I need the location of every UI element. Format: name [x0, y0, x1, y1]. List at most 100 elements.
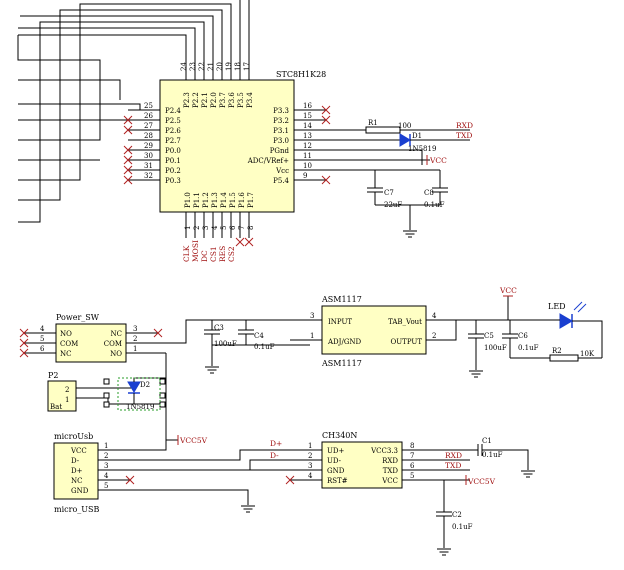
- ch340-right-pin: 8: [410, 442, 414, 450]
- c7-label: C7: [384, 189, 394, 197]
- led-label: LED: [548, 302, 566, 311]
- ch340-right-pin: 5: [410, 472, 414, 480]
- c4-label: C4: [254, 332, 264, 340]
- mcu-bottom-pin-number: 5: [220, 226, 228, 230]
- mcu-left-pin-number: 28: [144, 132, 153, 140]
- mcu-right-pin-number: 9: [303, 172, 307, 180]
- mcu-bottom-pin-name: P1.4: [220, 192, 228, 208]
- mcu-bottom-pin-name: P1.6: [238, 192, 246, 208]
- p2-label: Bat: [50, 403, 62, 411]
- mcu-left-pin-number: 30: [144, 152, 153, 160]
- c5-label: C5: [484, 332, 494, 340]
- mcu-top-pin-number: 18: [234, 62, 242, 71]
- usb-pin: 3: [104, 462, 108, 470]
- usb-dminus-label: D-: [270, 451, 279, 460]
- power-sw-name: Power_SW: [56, 313, 100, 322]
- mcu-bottom-pin-name: P1.7: [247, 192, 255, 208]
- mcu-right-pin-name: P3.1: [273, 127, 289, 135]
- mcu-top-pin-number: 23: [189, 62, 197, 71]
- ch340-right-name: VCC: [381, 477, 398, 485]
- ch340-left-pin: 2: [308, 452, 312, 460]
- asm-name: ASM1117: [321, 295, 362, 304]
- resistor-r1: [365, 126, 401, 134]
- ch340-vcc5v-label: VCC5V: [467, 477, 496, 486]
- mcu-bottom-pin-number: 8: [247, 226, 255, 230]
- c8-value: 0.1uF: [424, 201, 445, 209]
- asm-pin-name: INPUT: [328, 318, 352, 326]
- mcu-right-pin-number: 16: [303, 102, 312, 110]
- usb-part: micro_USB: [54, 505, 99, 514]
- c7-value: 22uF: [384, 201, 402, 209]
- c3-value: 100uF: [214, 340, 237, 348]
- mcu-top-pin-number: 24: [180, 62, 188, 71]
- asm-part: ASM1117: [321, 359, 362, 368]
- ch340-right-pin: 6: [410, 462, 415, 470]
- mcu-top-pin-name: P2.1: [201, 92, 209, 108]
- mcu-top-pin-name: P3.6: [228, 92, 236, 108]
- mcu-bottom-pin-name: P1.0: [184, 192, 192, 208]
- mcu-bottom-pin-name: P1.5: [229, 192, 237, 208]
- sw-right-name: NO: [110, 350, 122, 358]
- ch340-right-name: TXD: [383, 467, 399, 475]
- mcu-top-pin-name: P3.7: [219, 92, 227, 108]
- mcu-right-pin-number: 15: [303, 112, 312, 120]
- mcu-top-pin-name: P2.2: [192, 92, 200, 108]
- sw-right-pin: 2: [133, 335, 137, 343]
- ch340-txd-label: TXD: [445, 461, 461, 470]
- usb-pin: 4: [104, 472, 109, 480]
- micro-usb-connector: microUsb micro_USB 1 2 3 4 5 VCC D- D+ N…: [53, 432, 290, 514]
- net-label-clk: CLK: [182, 245, 191, 262]
- mcu-right-pin-name: PGnd: [270, 147, 290, 155]
- mcu-right-pin-number: 14: [303, 122, 312, 130]
- mcu-left-pin-name: P2.7: [165, 137, 181, 145]
- usb-dplus-label: D+: [270, 439, 282, 448]
- net-label-txd: TXD: [456, 131, 472, 140]
- ch340-left-name: UD+: [327, 447, 345, 455]
- ch340-right-pin: 7: [410, 452, 414, 460]
- d1-label: D1: [412, 132, 422, 140]
- mcu-left-pin-number: 31: [144, 162, 153, 170]
- d2-part: 1N5819: [126, 403, 154, 411]
- usb-pin-name: D+: [71, 467, 83, 475]
- net-label-cs1: CS1: [209, 246, 218, 262]
- c2-label: C2: [452, 511, 462, 519]
- mcu-top-pin-name: P2.3: [183, 92, 191, 108]
- asm-pin-name: ADJ/GND: [327, 338, 362, 346]
- diode-d2: [127, 381, 141, 393]
- mcu-top-pin-number: 22: [198, 62, 206, 71]
- ch340-left-pin: 3: [308, 462, 312, 470]
- mcu-left-pin-name: P2.4: [165, 107, 181, 115]
- schematic-canvas: 24 23 22 21 20 19 18 17 STC8H1K28 P2.3 P…: [17, 0, 603, 556]
- c5-value: 100uF: [484, 344, 507, 352]
- c1-value: 0.1uF: [482, 451, 503, 459]
- c2-value: 0.1uF: [452, 523, 473, 531]
- sw-left-pin: 5: [40, 335, 44, 343]
- ch340-left-pin: 4: [308, 472, 313, 480]
- mcu-left-pin-name: P0.3: [165, 177, 181, 185]
- r2-label: R2: [552, 347, 562, 355]
- mcu-bottom-pin-number: 4: [211, 225, 219, 230]
- ch340-left-name: GND: [327, 467, 345, 475]
- net-label-cs2: CS2: [227, 246, 236, 262]
- usb-pin: 1: [104, 442, 108, 450]
- usb-pin: 2: [104, 452, 108, 460]
- asm-pin: 4: [432, 312, 437, 320]
- mcu-bottom-pin-number: 7: [238, 226, 246, 230]
- c3-label: C3: [214, 324, 224, 332]
- mcu-right-pin-name: P3.0: [273, 137, 289, 145]
- mcu-bottom-pin-number: 3: [202, 226, 210, 230]
- sw-right-pin: 3: [133, 325, 137, 333]
- mcu-top-pin-number: 19: [225, 62, 233, 71]
- net-label-mosi: MOSI: [191, 240, 200, 262]
- asm-pin: 2: [432, 332, 436, 340]
- mcu-top-pin-name: P2.0: [210, 92, 218, 108]
- net-label-res: RES: [218, 246, 227, 262]
- mcu-right-pin-number: 10: [303, 162, 312, 170]
- usb-name: microUsb: [54, 432, 93, 441]
- usb-pin: 5: [104, 482, 108, 490]
- mcu-top-pin-number: 17: [243, 62, 251, 71]
- led-icon: [559, 313, 573, 329]
- mcu-right-pin-number: 12: [303, 142, 312, 150]
- ch340-left-name: UD-: [327, 457, 342, 465]
- c4-value: 0.1uF: [254, 343, 275, 351]
